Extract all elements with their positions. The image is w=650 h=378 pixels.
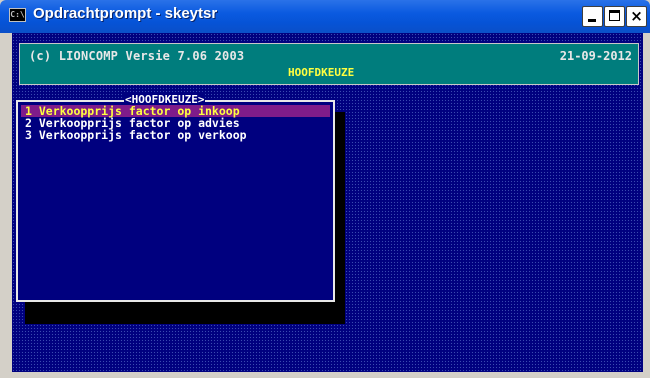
window-border-bottom	[0, 372, 650, 378]
minimize-button[interactable]	[582, 6, 603, 27]
window-border-left	[0, 33, 12, 378]
app-header: (c) LIONCOMP Versie 7.06 2003 21-09-2012…	[19, 43, 639, 85]
menu-title-text: HOOFDKEUZE	[288, 66, 355, 79]
date-text: 21-09-2012	[559, 49, 632, 63]
copyright-text: (c) LIONCOMP Versie 7.06 2003	[29, 49, 245, 63]
close-button[interactable]: ×	[626, 6, 647, 27]
console-window: C:\ Opdrachtprompt - skeytsr × (c) LIONC…	[0, 0, 650, 378]
command-prompt-icon[interactable]: C:\	[9, 8, 26, 22]
window-title: Opdrachtprompt - skeytsr	[33, 5, 218, 22]
menu-item-verkoop[interactable]: 3 Verkoopprijs factor op verkoop	[21, 129, 330, 141]
title-bar[interactable]: C:\ Opdrachtprompt - skeytsr ×	[0, 0, 650, 33]
main-menu-box: <HOOFDKEUZE> 1 Verkoopprijs factor op in…	[16, 93, 335, 302]
maximize-icon	[609, 10, 620, 21]
maximize-button[interactable]	[604, 6, 625, 27]
close-icon: ×	[630, 7, 643, 25]
window-border-right	[643, 33, 650, 378]
console-area[interactable]: (c) LIONCOMP Versie 7.06 2003 21-09-2012…	[12, 33, 643, 372]
minimize-icon	[588, 19, 596, 22]
